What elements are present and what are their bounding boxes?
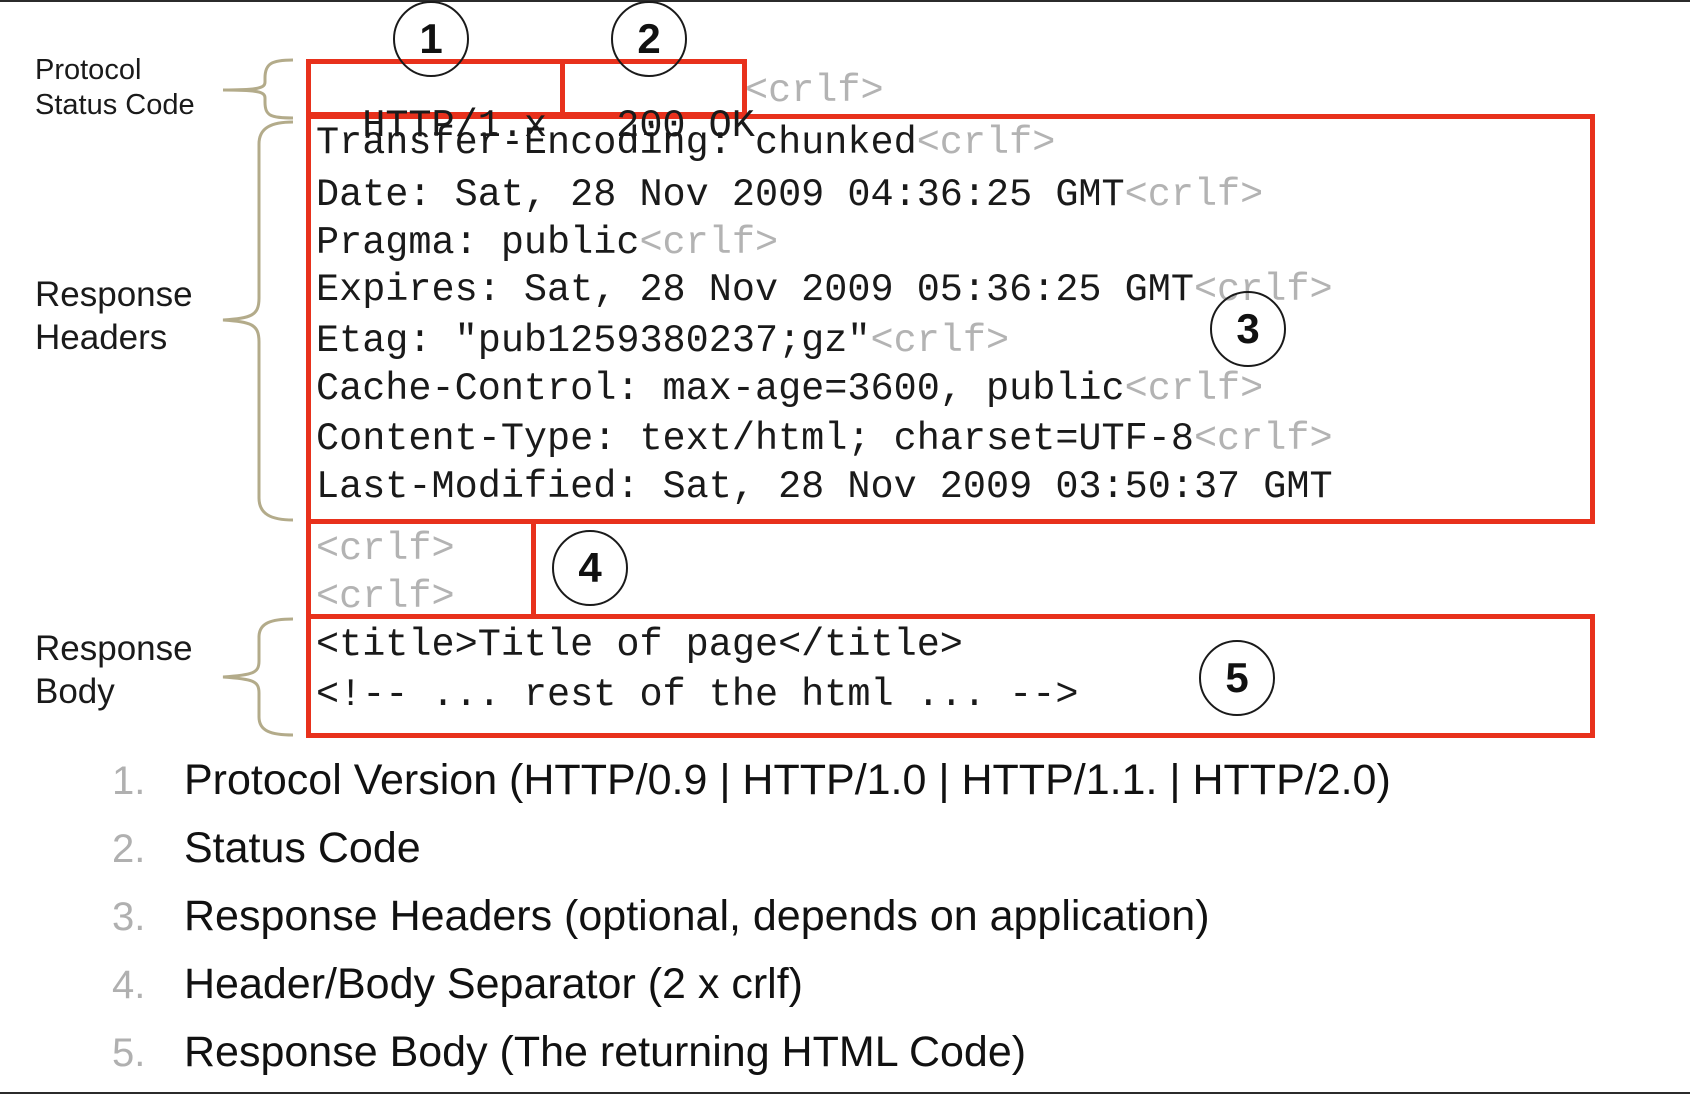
marker-5: 5 bbox=[1199, 640, 1275, 716]
brace-headers bbox=[222, 120, 294, 522]
bottom-rule bbox=[0, 1092, 1690, 1094]
legend-text: Status Code bbox=[184, 824, 421, 872]
crlf-marker: <crlf> bbox=[1124, 367, 1264, 411]
legend-item: 1. Protocol Version (HTTP/0.9 | HTTP/1.0 … bbox=[112, 756, 1391, 805]
separator-crlf: <crlf> bbox=[316, 527, 455, 571]
header-line: Transfer-Encoding: chunked<crlf> bbox=[316, 121, 1056, 165]
body-line: <title>Title of page</title> bbox=[316, 623, 963, 667]
brace-body bbox=[222, 617, 294, 737]
body-line: <!-- ... rest of the html ... --> bbox=[316, 673, 1079, 717]
label-protocol-status: Protocol Status Code bbox=[35, 53, 195, 124]
legend-text: Response Body (The returning HTML Code) bbox=[184, 1028, 1027, 1076]
label-response: Response bbox=[35, 275, 193, 314]
crlf-marker: <crlf> bbox=[1124, 173, 1264, 217]
top-rule bbox=[0, 0, 1690, 2]
crlf-marker: <crlf> bbox=[1193, 417, 1333, 461]
label-body: Body bbox=[35, 671, 115, 711]
legend-text: Protocol Version (HTTP/0.9 | HTTP/1.0 | … bbox=[184, 756, 1391, 804]
header-line: Content-Type: text/html; charset=UTF-8<c… bbox=[316, 417, 1333, 461]
label-response: Response bbox=[35, 629, 193, 668]
label-status-code: Status Code bbox=[35, 89, 195, 122]
legend-number: 3. bbox=[112, 895, 146, 939]
label-headers: Headers bbox=[35, 317, 168, 357]
legend-number: 1. bbox=[112, 759, 146, 803]
legend-text: Response Headers (optional, depends on a… bbox=[184, 892, 1210, 940]
header-line: Etag: "pub1259380237;gz"<crlf> bbox=[316, 319, 1010, 363]
header-line: Pragma: public<crlf> bbox=[316, 221, 779, 265]
label-protocol: Protocol bbox=[35, 54, 142, 86]
label-response-headers: Response Headers bbox=[35, 274, 193, 359]
legend-item: 4. Header/Body Separator (2 x crlf) bbox=[112, 960, 803, 1009]
separator-crlf: <crlf> bbox=[316, 575, 455, 619]
legend-number: 2. bbox=[112, 827, 146, 871]
status-line-crlf: <crlf> bbox=[745, 69, 884, 113]
legend-number: 5. bbox=[112, 1031, 146, 1075]
marker-2: 2 bbox=[611, 1, 687, 77]
crlf-marker: <crlf> bbox=[870, 319, 1010, 363]
legend-text: Header/Body Separator (2 x crlf) bbox=[184, 960, 803, 1008]
legend-number: 4. bbox=[112, 963, 146, 1007]
legend-item: 3. Response Headers (optional, depends on… bbox=[112, 892, 1210, 941]
header-line: Cache-Control: max-age=3600, public<crlf… bbox=[316, 367, 1264, 411]
marker-1: 1 bbox=[393, 1, 469, 77]
marker-4: 4 bbox=[552, 530, 628, 606]
label-response-body: Response Body bbox=[35, 628, 193, 713]
legend-item: 5. Response Body (The returning HTML Code… bbox=[112, 1028, 1026, 1077]
crlf-marker: <crlf> bbox=[639, 221, 779, 265]
header-line: Expires: Sat, 28 Nov 2009 05:36:25 GMT<c… bbox=[316, 268, 1333, 312]
brace-status-line bbox=[222, 58, 294, 120]
marker-3: 3 bbox=[1210, 291, 1286, 367]
crlf-marker: <crlf> bbox=[916, 121, 1056, 165]
header-line: Date: Sat, 28 Nov 2009 04:36:25 GMT<crlf… bbox=[316, 173, 1264, 217]
header-line: Last-Modified: Sat, 28 Nov 2009 03:50:37… bbox=[316, 465, 1333, 509]
legend-item: 2. Status Code bbox=[112, 824, 421, 873]
